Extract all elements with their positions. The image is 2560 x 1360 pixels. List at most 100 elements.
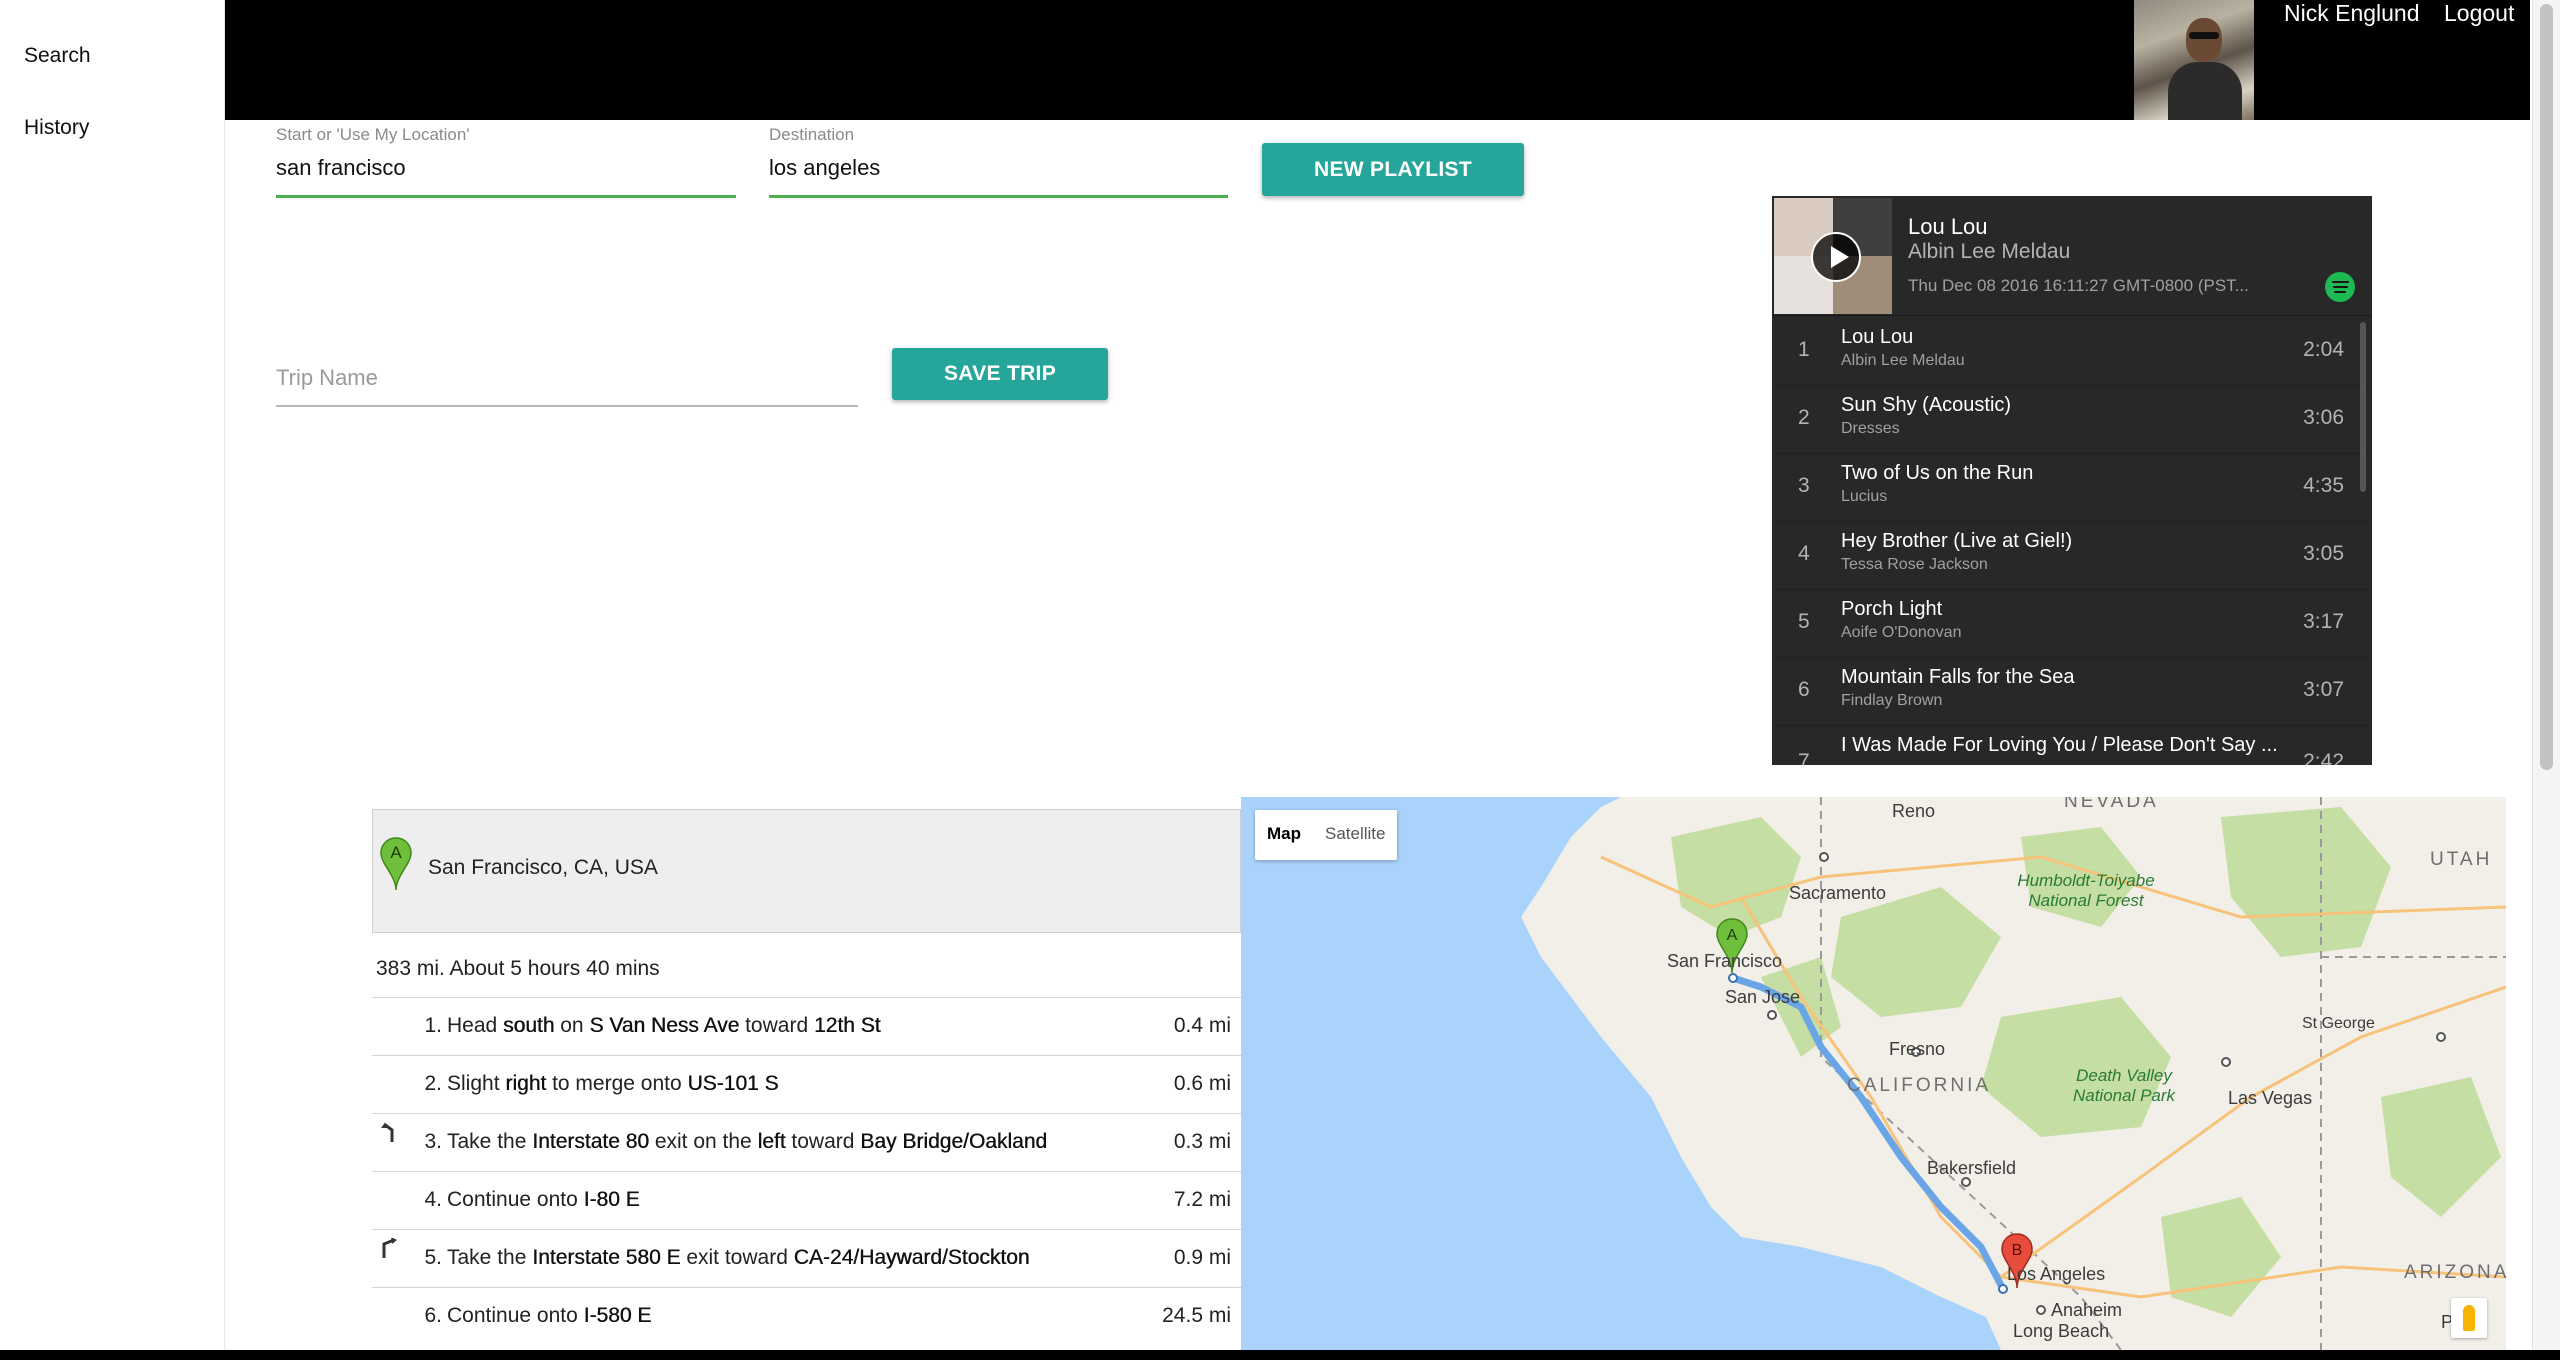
track-row[interactable]: 3 Two of Us on the Run Lucius 4:35 — [1772, 454, 2372, 522]
direction-step[interactable]: 1. Head south on S Van Ness Ave toward 12… — [372, 997, 1241, 1055]
direction-step[interactable]: 6. Continue onto I-580 E 24.5 mi — [372, 1287, 1241, 1345]
step-text: Take the — [447, 1246, 533, 1269]
track-title: Lou Lou — [1841, 326, 1914, 348]
page-scrollbar-thumb[interactable] — [2540, 4, 2553, 770]
track-row[interactable]: 7 I Was Made For Loving You / Please Don… — [1772, 726, 2372, 765]
track-title: Hey Brother (Live at Giel!) — [1841, 530, 2073, 552]
step-text: toward — [785, 1130, 861, 1153]
track-duration: 3:06 — [2303, 406, 2344, 429]
avatar[interactable] — [2134, 0, 2254, 120]
city-dot-las-vegas — [2221, 1057, 2231, 1067]
step-keyword: Bay Bridge/Oakland — [860, 1130, 1048, 1153]
destination-input[interactable] — [769, 145, 1228, 198]
map-label-park: Humboldt-Toiyabe National Forest — [1991, 871, 2181, 911]
track-artist: Findlay Brown — [1841, 692, 1943, 709]
avatar-head — [2186, 18, 2222, 62]
step-keyword: right — [505, 1072, 547, 1095]
marker-a-icon: A — [380, 837, 412, 891]
track-number: 3 — [1798, 474, 1810, 497]
map-label-city: Fresno — [1889, 1039, 1946, 1059]
start-input[interactable] — [276, 145, 736, 198]
direction-step[interactable]: 5. Take the Interstate 580 E exit toward … — [372, 1229, 1241, 1287]
sidebar-item-search[interactable]: Search — [24, 44, 91, 68]
step-number: 2. — [424, 1072, 442, 1095]
save-trip-button[interactable]: SAVE TRIP — [892, 348, 1108, 400]
start-address: San Francisco, CA, USA — [428, 856, 658, 879]
track-row[interactable]: 1 Lou Lou Albin Lee Meldau 2:04 — [1772, 318, 2372, 386]
step-instruction: Continue onto I-580 E — [447, 1304, 651, 1328]
step-number: 4. — [424, 1188, 442, 1211]
step-keyword: CA-24/Hayward/Stockton — [793, 1246, 1030, 1269]
sidebar-item-history[interactable]: History — [24, 116, 89, 140]
play-icon[interactable] — [1811, 232, 1861, 282]
step-text: to merge onto — [546, 1072, 688, 1095]
new-playlist-button[interactable]: NEW PLAYLIST — [1262, 143, 1524, 196]
step-instruction: Continue onto I-80 E — [447, 1188, 640, 1212]
marker-a-letter: A — [1727, 927, 1738, 944]
trip-name-input[interactable] — [276, 355, 858, 407]
player-scrollbar[interactable] — [2360, 322, 2366, 492]
track-title: Sun Shy (Acoustic) — [1841, 394, 2012, 416]
step-keyword: Interstate 580 E — [532, 1246, 681, 1269]
start-field: Start or 'Use My Location' — [276, 125, 736, 198]
album-cover — [1774, 198, 1892, 314]
track-artist: Aoife O'Donovan — [1841, 624, 1962, 641]
step-text: exit toward — [680, 1246, 794, 1269]
start-label: Start or 'Use My Location' — [276, 125, 470, 144]
logout-link[interactable]: Logout — [2444, 0, 2514, 27]
map-label-city: Long Beach — [2013, 1321, 2110, 1341]
spotify-icon[interactable] — [2325, 272, 2355, 302]
page-scrollbar[interactable] — [2532, 0, 2560, 1350]
spotify-icon-wave — [2334, 291, 2346, 293]
map-label-state: CALIFORNIA — [1847, 1075, 1992, 1096]
directions-steps: 1. Head south on S Van Ness Ave toward 12… — [372, 997, 1241, 1345]
step-keyword: Interstate 80 — [532, 1130, 649, 1153]
track-row[interactable]: 5 Porch Light Aoife O'Donovan 3:17 — [1772, 590, 2372, 658]
park-label-line: National Park — [2072, 1086, 2176, 1105]
route-start-point — [1728, 973, 1738, 983]
track-title: Two of Us on the Run — [1841, 462, 2034, 484]
map-label-city: Anaheim — [2051, 1300, 2123, 1320]
track-artist: Lucius — [1841, 488, 1888, 505]
map-type-map-button[interactable]: Map — [1255, 810, 1313, 860]
direction-step[interactable]: 3. Take the Interstate 80 exit on the lef… — [372, 1113, 1241, 1171]
city-dot-sacramento — [1819, 852, 1829, 862]
city-dot-anaheim — [2036, 1305, 2046, 1315]
step-instruction: Head south on S Van Ness Ave toward 12th… — [447, 1014, 881, 1038]
track-row[interactable]: 2 Sun Shy (Acoustic) Dresses 3:06 — [1772, 386, 2372, 454]
map-type-satellite-button[interactable]: Satellite — [1313, 810, 1397, 860]
route-summary: 383 mi. About 5 hours 40 mins — [376, 957, 660, 980]
player-header: Lou Lou Albin Lee Meldau Thu Dec 08 2016… — [1772, 196, 2372, 316]
track-row[interactable]: 6 Mountain Falls for the Sea Findlay Bro… — [1772, 658, 2372, 726]
step-distance: 0.6 mi — [1173, 1072, 1231, 1095]
track-title: Mountain Falls for the Sea — [1841, 666, 2075, 688]
direction-step[interactable]: 4. Continue onto I-80 E 7.2 mi — [372, 1171, 1241, 1229]
map-label-state: UTAH — [2430, 849, 2493, 870]
marker-a-letter: A — [390, 843, 402, 862]
step-number: 5. — [424, 1246, 442, 1269]
map-label-city: Los Angeles — [2007, 1264, 2106, 1284]
track-number: 1 — [1798, 338, 1810, 361]
step-keyword: I-80 E — [583, 1188, 640, 1211]
map-label-state: NEVADA — [2064, 797, 2159, 812]
step-number: 6. — [424, 1304, 442, 1327]
street-view-pegman-icon[interactable] — [2451, 1298, 2487, 1338]
map-label-city: St George — [2302, 1015, 2375, 1032]
step-distance: 7.2 mi — [1173, 1188, 1231, 1211]
direction-step[interactable]: 2. Slight right to merge onto US-101 S 0.6… — [372, 1055, 1241, 1113]
map-label-state: ARIZONA — [2404, 1262, 2506, 1283]
step-number: 3. — [424, 1130, 442, 1153]
step-text: Take the — [447, 1130, 533, 1153]
playlist-date: Thu Dec 08 2016 16:11:27 GMT-0800 (PST..… — [1908, 276, 2249, 295]
destination-label: Destination — [769, 125, 855, 144]
step-instruction: Take the Interstate 80 exit on the left … — [447, 1130, 1047, 1154]
now-playing-artist: Albin Lee Meldau — [1908, 240, 2071, 263]
step-number: 1. — [424, 1014, 442, 1037]
track-number: 4 — [1798, 542, 1810, 565]
route-map[interactable]: A B Map Satellite NEVADA UTAH CALIFORNIA… — [1241, 797, 2506, 1350]
marker-b-letter: B — [2012, 1242, 2023, 1259]
track-row[interactable]: 4 Hey Brother (Live at Giel!) Tessa Rose… — [1772, 522, 2372, 590]
map-label-city: Reno — [1892, 801, 1936, 821]
track-title: I Was Made For Loving You / Please Don't… — [1841, 734, 2278, 756]
user-name-link[interactable]: Nick Englund — [2284, 0, 2420, 27]
